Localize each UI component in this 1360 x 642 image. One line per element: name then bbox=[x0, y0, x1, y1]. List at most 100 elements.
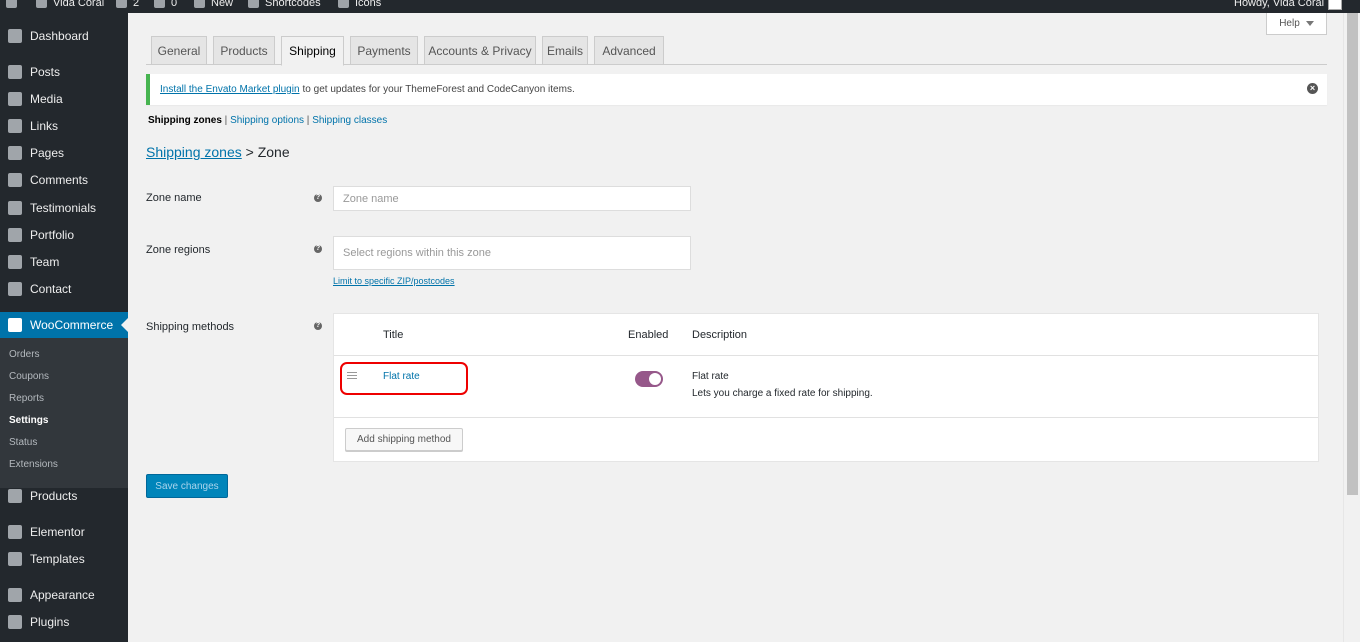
sidebar-item-pages[interactable]: Pages bbox=[0, 140, 128, 166]
woo-icon bbox=[8, 318, 22, 332]
subnav-shipping-classes[interactable]: Shipping classes bbox=[312, 115, 387, 126]
shipping-methods-table: Title Enabled Description Flat rate Flat… bbox=[333, 313, 1319, 462]
divider bbox=[334, 417, 1318, 418]
scrollbar-thumb[interactable] bbox=[1347, 13, 1358, 495]
page-scrollbar[interactable] bbox=[1343, 13, 1360, 642]
sidebar-item-testimonials[interactable]: Testimonials bbox=[0, 195, 128, 221]
zone-name-label: Zone name bbox=[146, 192, 202, 204]
pin-icon bbox=[8, 65, 22, 79]
woocommerce-submenu: Orders Coupons Reports Settings Status E… bbox=[0, 338, 128, 488]
new-content-link[interactable]: New bbox=[194, 0, 233, 10]
tab-emails[interactable]: Emails bbox=[542, 36, 588, 65]
sidebar-item-products[interactable]: Products bbox=[0, 483, 128, 509]
sidebar-item-appearance[interactable]: Appearance bbox=[0, 582, 128, 608]
admin-bar: Vida Coral 2 0 New Shortcodes Icons Howd… bbox=[0, 0, 1360, 13]
icons-link[interactable]: Icons bbox=[338, 0, 381, 10]
sidebar-item-plugins[interactable]: Plugins bbox=[0, 609, 128, 635]
shipping-subnav: Shipping zones | Shipping options | Ship… bbox=[148, 115, 388, 126]
sidebar-item-portfolio[interactable]: Portfolio bbox=[0, 222, 128, 248]
updates-icon bbox=[116, 0, 127, 9]
dashboard-icon bbox=[8, 29, 22, 43]
plug-icon bbox=[8, 615, 22, 629]
zone-regions-label: Zone regions bbox=[146, 244, 211, 256]
submenu-item-status[interactable]: Status bbox=[9, 437, 37, 449]
link-icon bbox=[8, 119, 22, 133]
wordpress-logo-icon[interactable] bbox=[6, 0, 23, 10]
method-description-text: Lets you charge a fixed rate for shippin… bbox=[692, 388, 873, 399]
comments-link[interactable]: 0 bbox=[154, 0, 177, 10]
caret-down-icon bbox=[1305, 21, 1314, 26]
settings-tabs: General Products Shipping Payments Accou… bbox=[146, 35, 1327, 66]
plus-icon bbox=[194, 0, 205, 9]
folder-icon bbox=[8, 552, 22, 566]
sidebar-item-elementor[interactable]: Elementor bbox=[0, 519, 128, 545]
enabled-toggle[interactable] bbox=[635, 371, 663, 387]
divider bbox=[334, 355, 1318, 356]
brush-icon bbox=[8, 588, 22, 602]
sidebar-item-templates[interactable]: Templates bbox=[0, 546, 128, 572]
tab-advanced[interactable]: Advanced bbox=[594, 36, 664, 65]
tab-shipping[interactable]: Shipping bbox=[281, 36, 344, 66]
submenu-item-extensions[interactable]: Extensions bbox=[9, 459, 58, 471]
toggle-knob bbox=[649, 373, 661, 385]
subnav-shipping-zones[interactable]: Shipping zones bbox=[148, 115, 222, 126]
sidebar-item-contact[interactable]: Contact bbox=[0, 276, 128, 302]
sidebar-item-dashboard[interactable]: Dashboard bbox=[0, 23, 128, 49]
shipping-methods-label: Shipping methods bbox=[146, 321, 235, 333]
save-changes-button[interactable]: Save changes bbox=[146, 474, 228, 498]
home-icon bbox=[36, 0, 47, 9]
quote-icon bbox=[8, 201, 22, 215]
comment-icon bbox=[154, 0, 165, 9]
column-header-title: Title bbox=[383, 329, 404, 341]
method-description-title: Flat rate bbox=[692, 371, 729, 382]
column-header-description: Description bbox=[692, 329, 748, 341]
help-button[interactable]: Help bbox=[1266, 13, 1327, 35]
sidebar-item-woocommerce[interactable]: WooCommerce bbox=[0, 312, 128, 338]
comment-icon bbox=[8, 173, 22, 187]
submenu-item-reports[interactable]: Reports bbox=[9, 393, 44, 405]
lightbulb-icon bbox=[338, 0, 349, 9]
install-envato-link[interactable]: Install the Envato Market plugin bbox=[160, 84, 300, 95]
tab-payments[interactable]: Payments bbox=[350, 36, 418, 65]
submenu-item-coupons[interactable]: Coupons bbox=[9, 371, 49, 383]
updates-link[interactable]: 2 bbox=[116, 0, 139, 10]
sidebar-item-links[interactable]: Links bbox=[0, 113, 128, 139]
tab-general[interactable]: General bbox=[151, 36, 207, 65]
tab-products[interactable]: Products bbox=[213, 36, 275, 65]
zone-name-input[interactable]: Zone name bbox=[333, 186, 691, 211]
submenu-item-settings[interactable]: Settings bbox=[9, 415, 48, 427]
help-tip-icon[interactable]: ? bbox=[314, 194, 322, 202]
elementor-icon bbox=[8, 525, 22, 539]
sidebar-item-comments[interactable]: Comments bbox=[0, 167, 128, 193]
site-name-link[interactable]: Vida Coral bbox=[36, 0, 104, 10]
submenu-item-orders[interactable]: Orders bbox=[9, 349, 40, 361]
add-shipping-method-button[interactable]: Add shipping method bbox=[345, 428, 463, 451]
team-icon bbox=[8, 255, 22, 269]
help-tip-icon[interactable]: ? bbox=[314, 322, 322, 330]
sidebar-item-posts[interactable]: Posts bbox=[0, 59, 128, 85]
sidebar-item-team[interactable]: Team bbox=[0, 249, 128, 275]
mail-icon bbox=[8, 282, 22, 296]
code-icon bbox=[248, 0, 259, 9]
page-icon bbox=[8, 146, 22, 160]
box-icon bbox=[8, 489, 22, 503]
highlight-annotation bbox=[340, 362, 468, 395]
close-icon[interactable]: × bbox=[1307, 83, 1318, 94]
shortcodes-link[interactable]: Shortcodes bbox=[248, 0, 321, 10]
avatar[interactable] bbox=[1328, 0, 1342, 10]
subnav-shipping-options[interactable]: Shipping options bbox=[230, 115, 304, 126]
admin-sidebar: Dashboard Posts Media Links Pages Commen… bbox=[0, 13, 128, 642]
tab-accounts-privacy[interactable]: Accounts & Privacy bbox=[424, 36, 536, 65]
notice-text: to get updates for your ThemeForest and … bbox=[302, 84, 575, 95]
folder-icon bbox=[8, 228, 22, 242]
help-tip-icon[interactable]: ? bbox=[314, 245, 322, 253]
howdy-account-link[interactable]: Howdy, Vida Coral bbox=[1234, 0, 1324, 10]
breadcrumb-shipping-zones-link[interactable]: Shipping zones bbox=[146, 144, 242, 160]
zone-regions-select[interactable]: Select regions within this zone bbox=[333, 236, 691, 270]
media-icon bbox=[8, 92, 22, 106]
limit-postcodes-link[interactable]: Limit to specific ZIP/postcodes bbox=[333, 276, 455, 286]
sidebar-item-media[interactable]: Media bbox=[0, 86, 128, 112]
breadcrumb: Shipping zones > Zone bbox=[146, 144, 290, 160]
envato-notice: Install the Envato Market plugin to get … bbox=[146, 74, 1327, 105]
column-header-enabled: Enabled bbox=[628, 329, 669, 341]
